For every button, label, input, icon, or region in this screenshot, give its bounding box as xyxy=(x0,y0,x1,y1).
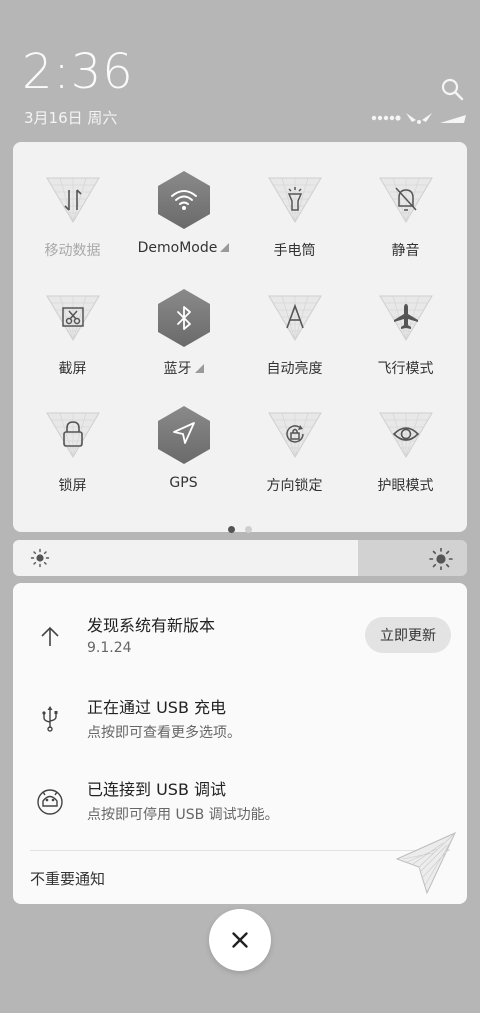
screenshot-icon xyxy=(46,295,100,341)
wifi-wings-icon xyxy=(406,113,432,124)
auto-brightness-icon xyxy=(268,295,322,341)
brightness-low-icon xyxy=(30,548,50,568)
tile-label-text: 移动数据 xyxy=(44,243,101,259)
tile-label: 蓝牙 xyxy=(128,358,239,378)
tile-label-text: 自动亮度 xyxy=(266,361,323,377)
page-indicator xyxy=(13,518,467,537)
tile-label: GPS xyxy=(128,475,239,491)
rotation-lock-icon xyxy=(268,412,322,458)
tile-label-text: 方向锁定 xyxy=(266,478,323,494)
date[interactable]: 3月16日 周六 xyxy=(24,107,117,128)
signal-dots-icon xyxy=(371,115,401,121)
page-dot-active xyxy=(228,526,235,533)
status-bar: 2:36 3月16日 周六 xyxy=(0,0,480,140)
unimportant-notifications-link[interactable]: 不重要通知 xyxy=(30,868,105,889)
tile-label: 手电筒 xyxy=(239,240,350,260)
tile-flashlight[interactable]: 手电筒 xyxy=(239,170,350,280)
tile-mute[interactable]: 静音 xyxy=(350,170,461,280)
tile-label: 方向锁定 xyxy=(239,475,350,495)
tile-auto-brightness[interactable]: 自动亮度 xyxy=(239,288,350,398)
bluetooth-icon xyxy=(158,289,210,347)
update-now-button[interactable]: 立即更新 xyxy=(365,617,451,653)
tile-eye[interactable]: 护眼模式 xyxy=(350,405,461,515)
tile-label-text: DemoMode xyxy=(137,240,218,256)
mute-icon xyxy=(379,177,433,223)
tile-location[interactable]: GPS xyxy=(128,405,239,515)
location-icon xyxy=(158,406,210,464)
search-icon[interactable] xyxy=(440,77,464,101)
tile-label: DemoMode xyxy=(128,240,239,256)
tile-label-text: 截屏 xyxy=(58,361,87,377)
tile-label: 护眼模式 xyxy=(350,475,461,495)
tile-label: 飞行模式 xyxy=(350,358,461,378)
update-arrow-icon xyxy=(41,626,59,646)
expand-triangle-icon[interactable] xyxy=(220,243,230,252)
brightness-fill xyxy=(13,540,359,576)
tile-label-text: 静音 xyxy=(391,243,420,259)
tile-label-text: 飞行模式 xyxy=(377,361,434,377)
tile-bluetooth[interactable]: 蓝牙 xyxy=(128,288,239,398)
wifi-icon xyxy=(158,171,210,229)
lock-icon xyxy=(46,412,100,458)
notification-subtitle: 9.1.24 xyxy=(87,640,132,656)
tile-mobile-data[interactable]: 移动数据 xyxy=(17,170,128,280)
tile-label: 截屏 xyxy=(17,358,128,378)
mobile-data-icon xyxy=(46,177,100,223)
tile-label-text: 锁屏 xyxy=(58,478,87,494)
clock[interactable]: 2:36 xyxy=(22,44,134,100)
expand-triangle-icon[interactable] xyxy=(194,364,204,373)
notification-title: 已连接到 USB 调试 xyxy=(87,780,227,799)
tile-label-text: 护眼模式 xyxy=(377,478,434,494)
divider xyxy=(30,850,450,851)
notification-title: 发现系统有新版本 xyxy=(87,616,216,635)
battery-icon xyxy=(440,115,466,123)
brightness-slider[interactable] xyxy=(13,540,467,576)
system-status-icons xyxy=(371,113,466,124)
tile-screenshot[interactable]: 截屏 xyxy=(17,288,128,398)
tile-label: 静音 xyxy=(350,240,461,260)
tile-label: 自动亮度 xyxy=(239,358,350,378)
close-button[interactable] xyxy=(209,909,271,971)
close-icon xyxy=(232,932,248,948)
notification-panel: 发现系统有新版本 9.1.24 立即更新 正在通过 USB 充电 点按即可查看更… xyxy=(13,583,467,904)
page-dot xyxy=(245,526,252,533)
notification-subtitle: 点按即可停用 USB 调试功能。 xyxy=(87,807,279,823)
airplane-icon xyxy=(379,295,433,341)
tile-label-text: 蓝牙 xyxy=(163,361,192,377)
tile-label: 锁屏 xyxy=(17,475,128,495)
brightness-high-icon xyxy=(429,548,453,570)
android-debug-icon xyxy=(37,789,63,815)
tile-label: 移动数据 xyxy=(17,240,128,260)
usb-icon xyxy=(42,706,58,732)
tile-airplane[interactable]: 飞行模式 xyxy=(350,288,461,398)
tile-label-text: 手电筒 xyxy=(273,243,316,259)
quick-settings-panel: 移动数据 DemoMode 手电筒 静音截屏 蓝牙 自动亮度 飞行模式锁屏 GPS 方向锁定 护眼… xyxy=(13,142,467,533)
notification-title: 正在通过 USB 充电 xyxy=(87,698,227,717)
paper-plane-decoration-icon xyxy=(395,831,457,895)
tile-label-text: GPS xyxy=(169,475,198,491)
tile-wifi[interactable]: DemoMode xyxy=(128,170,239,280)
flashlight-icon xyxy=(268,177,322,223)
notification-subtitle: 点按即可查看更多选项。 xyxy=(87,725,241,741)
notification-usb-charging[interactable]: 正在通过 USB 充电 点按即可查看更多选项。 xyxy=(13,694,467,764)
eye-icon xyxy=(379,412,433,458)
tile-lock[interactable]: 锁屏 xyxy=(17,405,128,515)
tile-rotation-lock[interactable]: 方向锁定 xyxy=(239,405,350,515)
